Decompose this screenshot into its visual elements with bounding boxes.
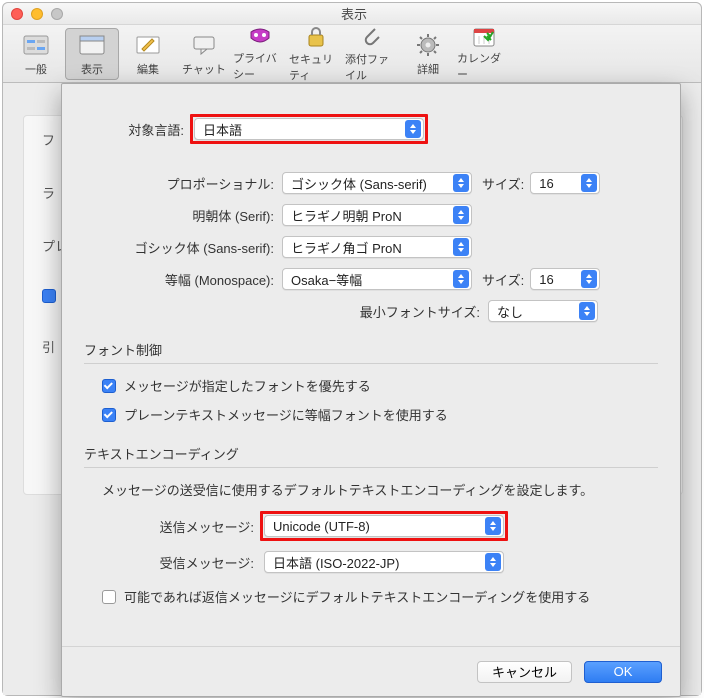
toolbar-privacy[interactable]: プライバシー (233, 28, 287, 80)
chevron-updown-icon (453, 238, 469, 256)
plaintext-mono-checkbox[interactable]: プレーンテキストメッセージに等幅フォントを使用する (102, 405, 448, 424)
prefer-message-font-checkbox[interactable]: メッセージが指定したフォントを優先する (102, 376, 371, 395)
pencil-icon (134, 31, 162, 59)
proportional-select[interactable]: ゴシック体 (Sans-serif) (282, 172, 472, 194)
highlight-language: 日本語 (190, 114, 428, 144)
chevron-updown-icon (485, 553, 501, 571)
body: フ ラ プレ 引 対象言語: 日本語 (3, 83, 701, 695)
bg-label-1: フ (42, 130, 55, 149)
recv-encoding-label: 受信メッセージ: (84, 553, 254, 572)
titlebar: 表示 (3, 3, 701, 25)
highlight-send-encoding: Unicode (UTF-8) (260, 511, 508, 541)
gear-icon (414, 31, 442, 59)
toolbar-chat[interactable]: チャット (177, 28, 231, 80)
chevron-updown-icon (453, 206, 469, 224)
switches-icon (22, 31, 50, 59)
checkbox-icon (102, 590, 116, 604)
toolbar-security[interactable]: セキュリティ (289, 28, 343, 80)
serif-label: 明朝体 (Serif): (84, 206, 274, 225)
cancel-button[interactable]: キャンセル (477, 661, 572, 683)
sans-select[interactable]: ヒラギノ角ゴ ProN (282, 236, 472, 258)
bg-checkbox[interactable] (42, 289, 56, 303)
toolbar-general[interactable]: 一般 (9, 28, 63, 80)
encoding-desc: メッセージの送受信に使用するデフォルトテキストエンコーディングを設定します。 (102, 480, 593, 499)
chevron-updown-icon (405, 120, 421, 138)
mono-label: 等幅 (Monospace): (84, 270, 274, 289)
toolbar-edit[interactable]: 編集 (121, 28, 175, 80)
dialog-footer: キャンセル OK (62, 646, 680, 696)
chevron-updown-icon (453, 174, 469, 192)
preferences-window: 表示 一般 表示 編集 チャット (2, 2, 702, 696)
proportional-label: プロポーショナル: (84, 174, 274, 193)
language-value: 日本語 (203, 120, 242, 139)
bg-label-4: 引 (42, 337, 55, 356)
checkbox-icon (102, 408, 116, 422)
language-select[interactable]: 日本語 (194, 118, 424, 140)
toolbar: 一般 表示 編集 チャット プライバシー (3, 25, 701, 83)
mono-select[interactable]: Osaka−等幅 (282, 268, 472, 290)
settings-sheet: 対象言語: 日本語 プロポーショナル: ゴシック体 (Sans-serif) (61, 83, 681, 697)
language-label: 対象言語: (84, 120, 184, 139)
ok-button[interactable]: OK (584, 661, 662, 683)
separator (84, 467, 658, 468)
toolbar-display[interactable]: 表示 (65, 28, 119, 80)
window-title: 表示 (63, 4, 645, 23)
window-controls (11, 8, 63, 20)
proportional-size-select[interactable]: 16 (530, 172, 600, 194)
window-icon (78, 31, 106, 59)
minimize-icon[interactable] (31, 8, 43, 20)
paperclip-icon (358, 25, 386, 49)
mask-icon (246, 26, 274, 48)
mono-size-select[interactable]: 16 (530, 268, 600, 290)
sans-label: ゴシック体 (Sans-serif): (84, 238, 274, 257)
minsize-label: 最小フォントサイズ: (84, 302, 480, 321)
encoding-heading: テキストエンコーディング (84, 444, 658, 463)
send-encoding-label: 送信メッセージ: (84, 517, 254, 536)
chevron-updown-icon (581, 270, 597, 288)
chat-icon (190, 31, 218, 59)
calendar-icon (470, 26, 498, 48)
toolbar-calendar[interactable]: カレンダー (457, 28, 511, 80)
toolbar-advanced[interactable]: 詳細 (401, 28, 455, 80)
serif-select[interactable]: ヒラギノ明朝 ProN (282, 204, 472, 226)
lock-icon (302, 25, 330, 49)
toolbar-attachments[interactable]: 添付ファイル (345, 28, 399, 80)
chevron-updown-icon (579, 302, 595, 320)
checkbox-icon (102, 379, 116, 393)
send-encoding-select[interactable]: Unicode (UTF-8) (264, 515, 504, 537)
minsize-select[interactable]: なし (488, 300, 598, 322)
reply-default-encoding-checkbox[interactable]: 可能であれば返信メッセージにデフォルトテキストエンコーディングを使用する (102, 587, 590, 606)
zoom-icon (51, 8, 63, 20)
bg-label-2: ラ (42, 183, 55, 202)
close-icon[interactable] (11, 8, 23, 20)
font-control-heading: フォント制御 (84, 340, 658, 359)
chevron-updown-icon (485, 517, 501, 535)
chevron-updown-icon (453, 270, 469, 288)
separator (84, 363, 658, 364)
size-label-1: サイズ: (482, 174, 524, 193)
chevron-updown-icon (581, 174, 597, 192)
size-label-2: サイズ: (482, 270, 524, 289)
recv-encoding-select[interactable]: 日本語 (ISO-2022-JP) (264, 551, 504, 573)
